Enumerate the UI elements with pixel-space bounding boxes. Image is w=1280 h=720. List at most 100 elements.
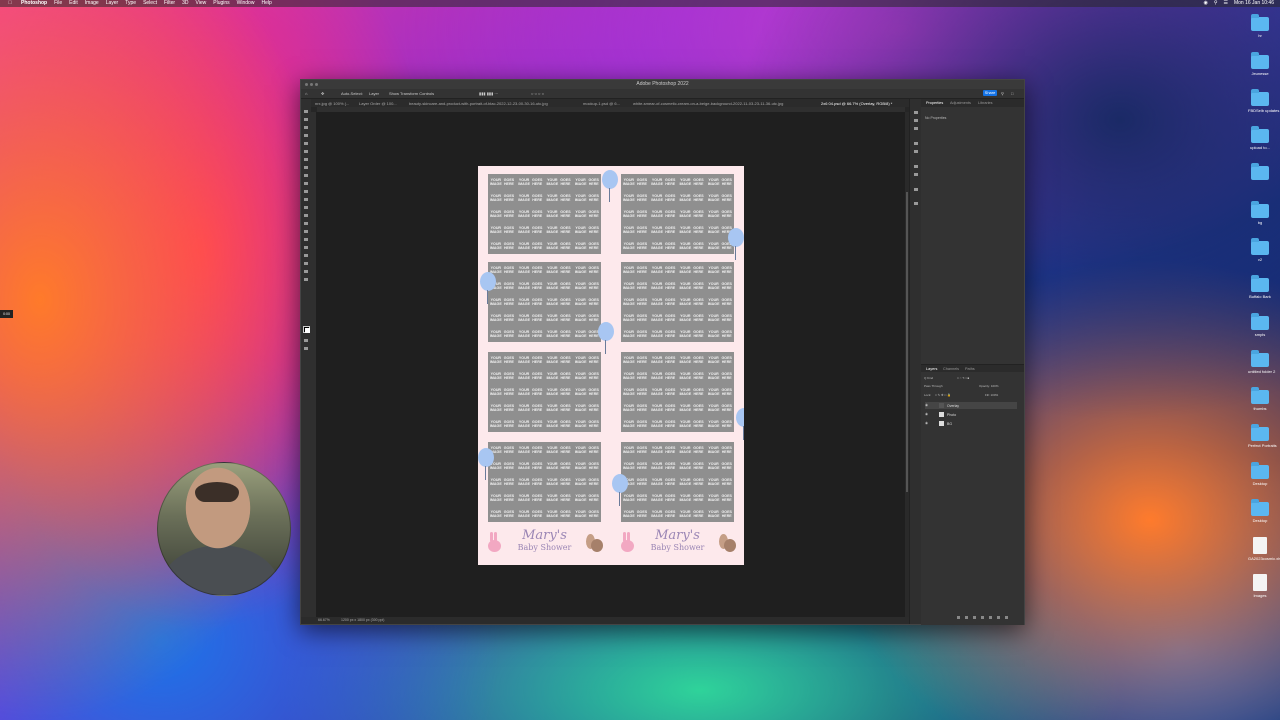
background-color-swatch[interactable] <box>305 328 310 333</box>
zoom-tool-icon[interactable] <box>304 270 308 273</box>
auto-select-dropdown[interactable]: Layer <box>369 91 379 96</box>
glyphs-panel-icon[interactable] <box>914 188 918 191</box>
desktop-folder[interactable]: thumbs <box>1248 387 1272 411</box>
close-window-icon[interactable] <box>305 83 308 86</box>
hand-tool-icon[interactable] <box>304 262 308 265</box>
pen-tool-icon[interactable] <box>304 230 308 233</box>
link-layers-icon[interactable] <box>957 616 960 619</box>
menu-filter[interactable]: Filter <box>164 0 175 7</box>
visibility-eye-icon[interactable]: ◉ <box>925 421 929 425</box>
new-layer-icon[interactable] <box>997 616 1000 619</box>
frame-tool-icon[interactable] <box>304 150 308 153</box>
eyedropper-tool-icon[interactable] <box>304 158 308 161</box>
tab-libraries[interactable]: Libraries <box>978 101 993 105</box>
quick-mask-icon[interactable] <box>304 339 308 342</box>
character-panel-icon[interactable] <box>914 165 918 168</box>
menu-app[interactable]: Photoshop <box>21 0 47 7</box>
home-icon[interactable]: ⌂ <box>305 91 307 96</box>
dodge-tool-icon[interactable] <box>304 222 308 225</box>
brush-tool-icon[interactable] <box>304 174 308 177</box>
desktop-folder[interactable]: Perfect Portraits <box>1248 424 1277 448</box>
fill-field[interactable]: Fill: 100% <box>985 393 998 397</box>
desktop-folder[interactable]: hr <box>1248 14 1272 38</box>
fx-icon[interactable] <box>965 616 968 619</box>
opacity-field[interactable]: Opacity: 100% <box>979 384 999 388</box>
gradient-tool-icon[interactable] <box>304 206 308 209</box>
type-tool-icon[interactable] <box>304 238 308 241</box>
lasso-tool-icon[interactable] <box>304 126 308 129</box>
clone-panel-icon[interactable] <box>914 150 918 153</box>
align-icons[interactable]: ▮▮▮ ▮▮▮ ⋯ <box>479 91 498 96</box>
tab-document[interactable]: mockup-1.psd @ 6... <box>583 101 620 106</box>
navigator-panel-icon[interactable] <box>914 202 918 205</box>
blur-tool-icon[interactable] <box>304 214 308 217</box>
visibility-eye-icon[interactable]: ◉ <box>925 403 929 407</box>
eraser-tool-icon[interactable] <box>304 198 308 201</box>
search-icon[interactable]: ⚲ <box>1214 0 1218 7</box>
lock-icons[interactable]: □ ✎ ✥ □ 🔒 <box>935 393 951 397</box>
tab-document-active[interactable]: 2x6 04.psd @ 66.7% (Overlay, RGB/8) * <box>821 101 892 106</box>
menu-help[interactable]: Help <box>261 0 271 7</box>
clone-stamp-icon[interactable] <box>304 182 308 185</box>
healing-brush-icon[interactable] <box>304 166 308 169</box>
menu-file[interactable]: File <box>54 0 62 7</box>
desktop-folder[interactable]: Desktop <box>1248 462 1272 486</box>
zoom-window-icon[interactable] <box>315 83 318 86</box>
desktop-folder[interactable]: bg <box>1248 201 1272 225</box>
color-panel-icon[interactable] <box>914 127 918 130</box>
scroll-thumb[interactable] <box>906 192 908 492</box>
tab-document[interactable]: Layer Order @ 100... <box>359 101 397 106</box>
workspace-icon[interactable]: □ <box>1011 91 1013 96</box>
menu-select[interactable]: Select <box>143 0 157 7</box>
desktop-folder[interactable]: Jeunesse <box>1248 52 1272 76</box>
marquee-tool-icon[interactable] <box>304 118 308 121</box>
layer-filter-icons[interactable]: □ ○ T □ ■ <box>957 376 969 380</box>
screen-mode-icon[interactable] <box>304 347 308 350</box>
blend-mode-dropdown[interactable]: Pass Through <box>924 384 943 388</box>
history-panel-icon[interactable] <box>914 111 918 114</box>
layer-row-bg[interactable]: ◉ BG <box>925 420 1017 427</box>
show-transform-checkbox[interactable]: Show Transform Controls <box>389 91 434 96</box>
actions-panel-icon[interactable] <box>914 119 918 122</box>
tab-layers[interactable]: Layers <box>926 367 937 371</box>
layer-row-photo[interactable]: ◉ Photo <box>925 411 1017 418</box>
search-icon[interactable]: ⚲ <box>1001 91 1004 96</box>
desktop-file[interactable]: GA2023cosmic.xls <box>1248 537 1280 561</box>
menu-type[interactable]: Type <box>125 0 136 7</box>
layer-filter-kind[interactable]: Q Kind <box>924 376 933 380</box>
3d-mode-icons[interactable]: ○ ○ ○ ○ <box>531 91 544 96</box>
rectangle-tool-icon[interactable] <box>304 254 308 257</box>
document-info[interactable]: 1200 px x 1800 px (300 ppi) <box>341 618 384 622</box>
tab-adjustments[interactable]: Adjustments <box>950 101 971 105</box>
menu-view[interactable]: View <box>196 0 207 7</box>
desktop-folder[interactable]: v2 <box>1248 238 1272 262</box>
add-mask-icon[interactable] <box>973 616 976 619</box>
menu-plugins[interactable]: Plugins <box>213 0 229 7</box>
tab-document[interactable]: white-smear-of-cosmetic-cream-on-a-beige… <box>633 101 783 106</box>
menu-3d[interactable]: 3D <box>182 0 188 7</box>
menu-window[interactable]: Window <box>237 0 255 7</box>
crop-tool-icon[interactable] <box>304 142 308 145</box>
menu-layer[interactable]: Layer <box>106 0 119 7</box>
new-group-icon[interactable] <box>989 616 992 619</box>
document-canvas[interactable]: YOUR IMAGE GOES HERE YOUR IMAGE GOES HERE YO… <box>478 166 744 565</box>
tab-document[interactable]: nrx.jpg @ 100% (... <box>315 101 349 106</box>
quick-select-tool-icon[interactable] <box>304 134 308 137</box>
tab-paths[interactable]: Paths <box>965 367 975 371</box>
more-tools-icon[interactable] <box>304 278 308 281</box>
tab-properties[interactable]: Properties <box>926 101 943 105</box>
brush-panel-icon[interactable] <box>914 142 918 145</box>
history-brush-icon[interactable] <box>304 190 308 193</box>
desktop-folder[interactable]: upload to... <box>1248 126 1272 150</box>
control-center-icon[interactable]: ☰ <box>1223 0 1227 7</box>
apple-icon[interactable]:  <box>6 0 14 7</box>
tab-document[interactable]: beauty-skincare-and-product-with-portrai… <box>409 101 548 106</box>
zoom-level[interactable]: 66.67% <box>318 618 330 622</box>
desktop-folder[interactable] <box>1248 163 1272 182</box>
desktop-folder[interactable]: FBDSelb updates <box>1248 89 1279 113</box>
move-tool-icon[interactable] <box>304 110 308 113</box>
desktop-file[interactable]: Images <box>1248 574 1272 598</box>
path-select-icon[interactable] <box>304 246 308 249</box>
paragraph-panel-icon[interactable] <box>914 173 918 176</box>
move-tool-icon[interactable]: ✥ <box>321 91 324 96</box>
